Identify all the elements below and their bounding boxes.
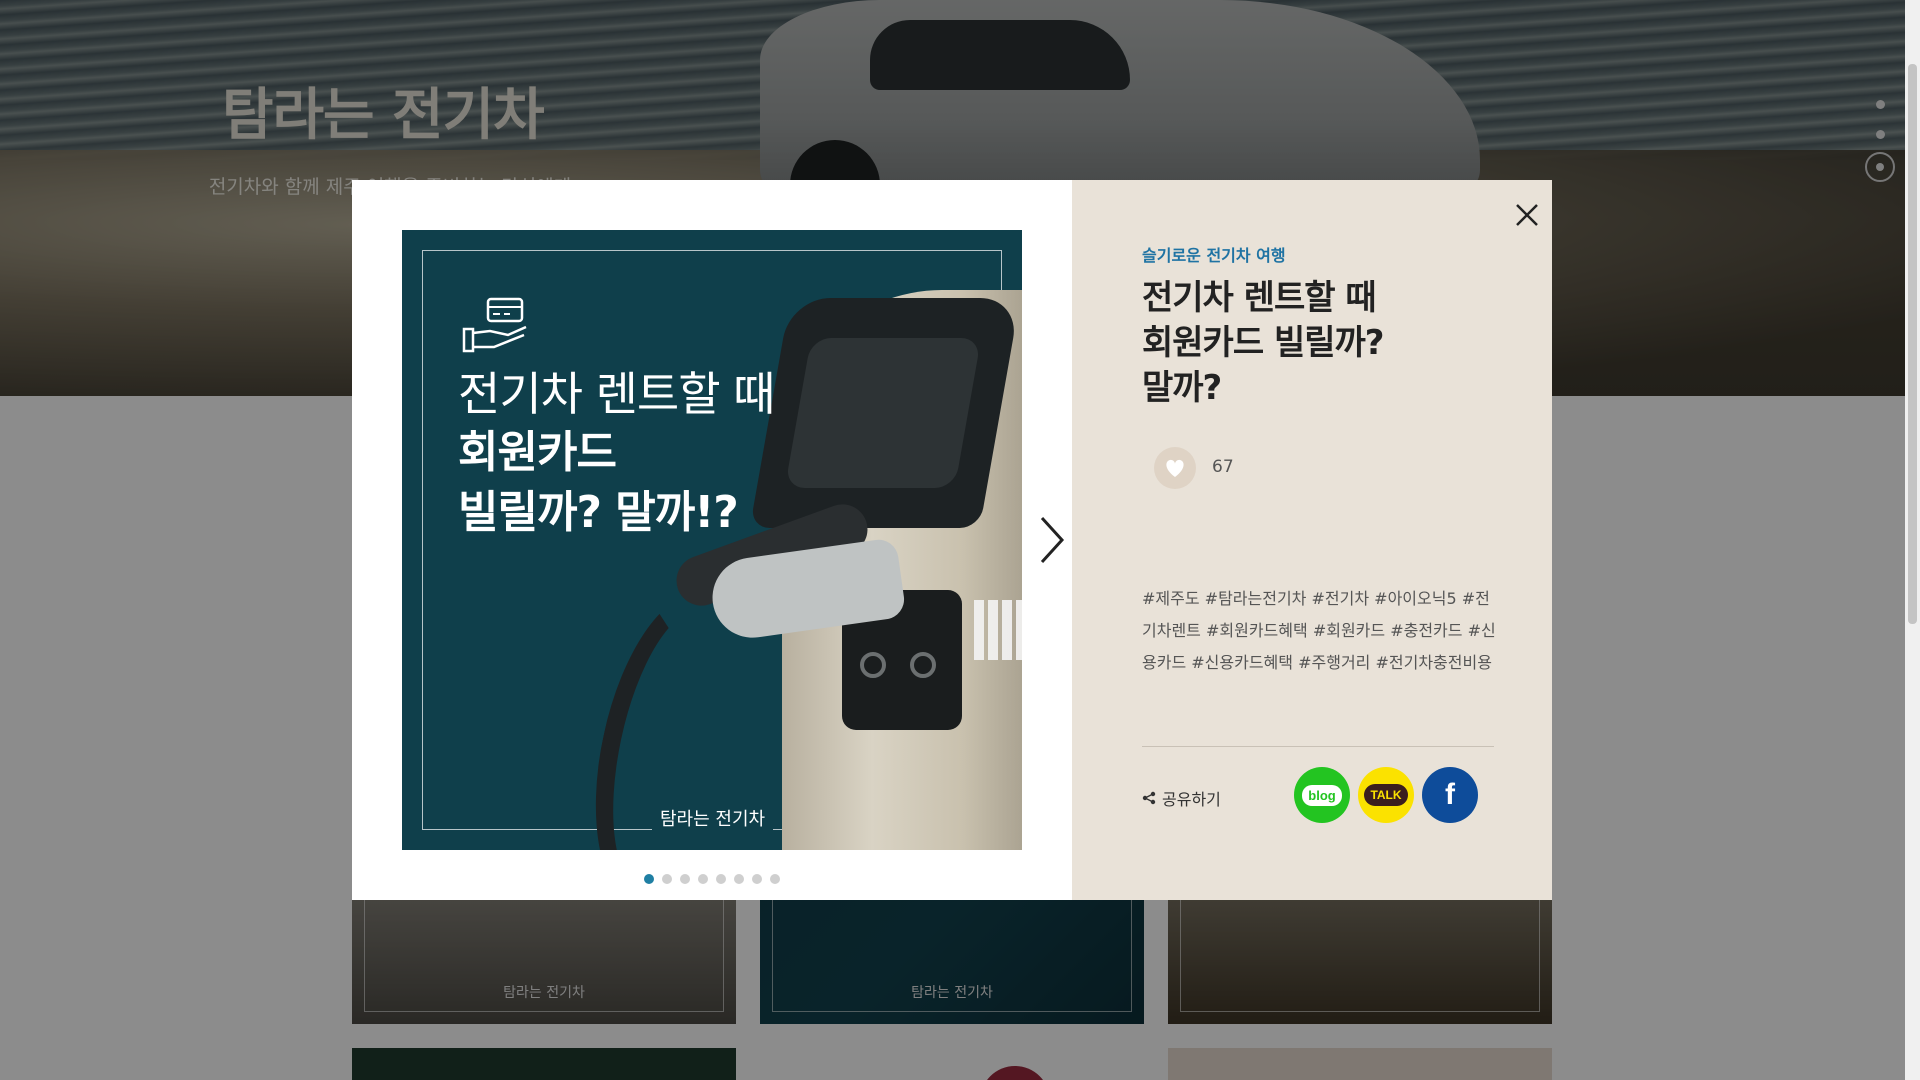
page-scrollbar[interactable] <box>1905 0 1920 1080</box>
carousel-dot[interactable] <box>662 874 672 884</box>
charge-door-inner <box>784 338 982 488</box>
tag-link[interactable]: #전기차 <box>1312 589 1370 608</box>
facebook-share-button[interactable]: f <box>1422 767 1478 823</box>
slide-text-line1: 전기차 렌트할 때 <box>458 367 775 421</box>
image-carousel: 전기차 렌트할 때 회원카드 빌릴까? 말까!? 탐라는 전기차 <box>352 180 1072 900</box>
like-button[interactable] <box>1154 447 1196 489</box>
post-title-line2: 회원카드 빌릴까? <box>1142 323 1385 363</box>
scrollbar-thumb[interactable] <box>1908 64 1917 624</box>
tag-link[interactable]: #아이오닉5 <box>1374 589 1456 608</box>
facebook-icon: f <box>1445 778 1455 811</box>
share-label-text: 공유하기 <box>1162 790 1221 809</box>
socket-hole <box>860 652 886 678</box>
heart-icon <box>1166 459 1184 477</box>
tag-link[interactable]: #신용카드혜택 <box>1191 653 1293 672</box>
carousel-dot[interactable] <box>644 874 654 884</box>
carousel-dot[interactable] <box>752 874 762 884</box>
carousel-dot[interactable] <box>698 874 708 884</box>
naver-blog-share-button[interactable]: blog <box>1294 767 1350 823</box>
share-label: 공유하기 <box>1142 786 1221 810</box>
post-title-line1: 전기차 렌트할 때 <box>1142 278 1377 318</box>
chevron-right-icon[interactable] <box>1030 510 1070 570</box>
socket-hole <box>910 652 936 678</box>
tag-link[interactable]: #주행거리 <box>1298 653 1370 672</box>
kakaotalk-icon: TALK <box>1364 784 1408 806</box>
carousel-dot[interactable] <box>680 874 690 884</box>
post-title: 전기차 렌트할 때 회원카드 빌릴까? 말까? <box>1142 276 1482 411</box>
tag-list: #제주도 #탐라는전기차 #전기차 #아이오닉5 #전기차렌트 #회원카드혜택 … <box>1142 583 1497 679</box>
tag-link[interactable]: #제주도 <box>1142 589 1200 608</box>
slide-text-line2: 회원카드 <box>458 427 617 478</box>
carousel-dot[interactable] <box>734 874 744 884</box>
divider <box>1142 746 1494 747</box>
slide-text-line3: 빌릴까? 말까!? <box>458 487 739 538</box>
blog-icon: blog <box>1302 784 1342 806</box>
tag-link[interactable]: #전기차충전비용 <box>1375 653 1491 672</box>
charge-door-illustration <box>749 298 1021 528</box>
tag-link[interactable]: #회원카드 <box>1313 621 1385 640</box>
card-hand-icon <box>462 297 527 353</box>
post-title-line3: 말까? <box>1142 368 1222 408</box>
slide-logo: 탐라는 전기차 <box>652 805 774 831</box>
post-modal: 전기차 렌트할 때 회원카드 빌릴까? 말까!? 탐라는 전기차 슬기로운 전기… <box>352 180 1552 900</box>
post-info-panel: 슬기로운 전기차 여행 전기차 렌트할 때 회원카드 빌릴까? 말까? 67 #… <box>1072 180 1552 900</box>
tag-link[interactable]: #충전카드 <box>1390 621 1462 640</box>
led-indicator <box>974 600 1022 660</box>
carousel-slide: 전기차 렌트할 때 회원카드 빌릴까? 말까!? 탐라는 전기차 <box>402 230 1022 850</box>
carousel-pagination <box>352 874 1072 884</box>
tag-link[interactable]: #회원카드혜택 <box>1206 621 1308 640</box>
share-icon <box>1142 791 1156 805</box>
close-icon[interactable] <box>1512 200 1542 230</box>
carousel-dot[interactable] <box>770 874 780 884</box>
carousel-dot[interactable] <box>716 874 726 884</box>
like-count: 67 <box>1212 457 1234 477</box>
tag-link[interactable]: #탐라는전기차 <box>1205 589 1307 608</box>
kakaotalk-share-button[interactable]: TALK <box>1358 767 1414 823</box>
post-category[interactable]: 슬기로운 전기차 여행 <box>1142 242 1286 266</box>
